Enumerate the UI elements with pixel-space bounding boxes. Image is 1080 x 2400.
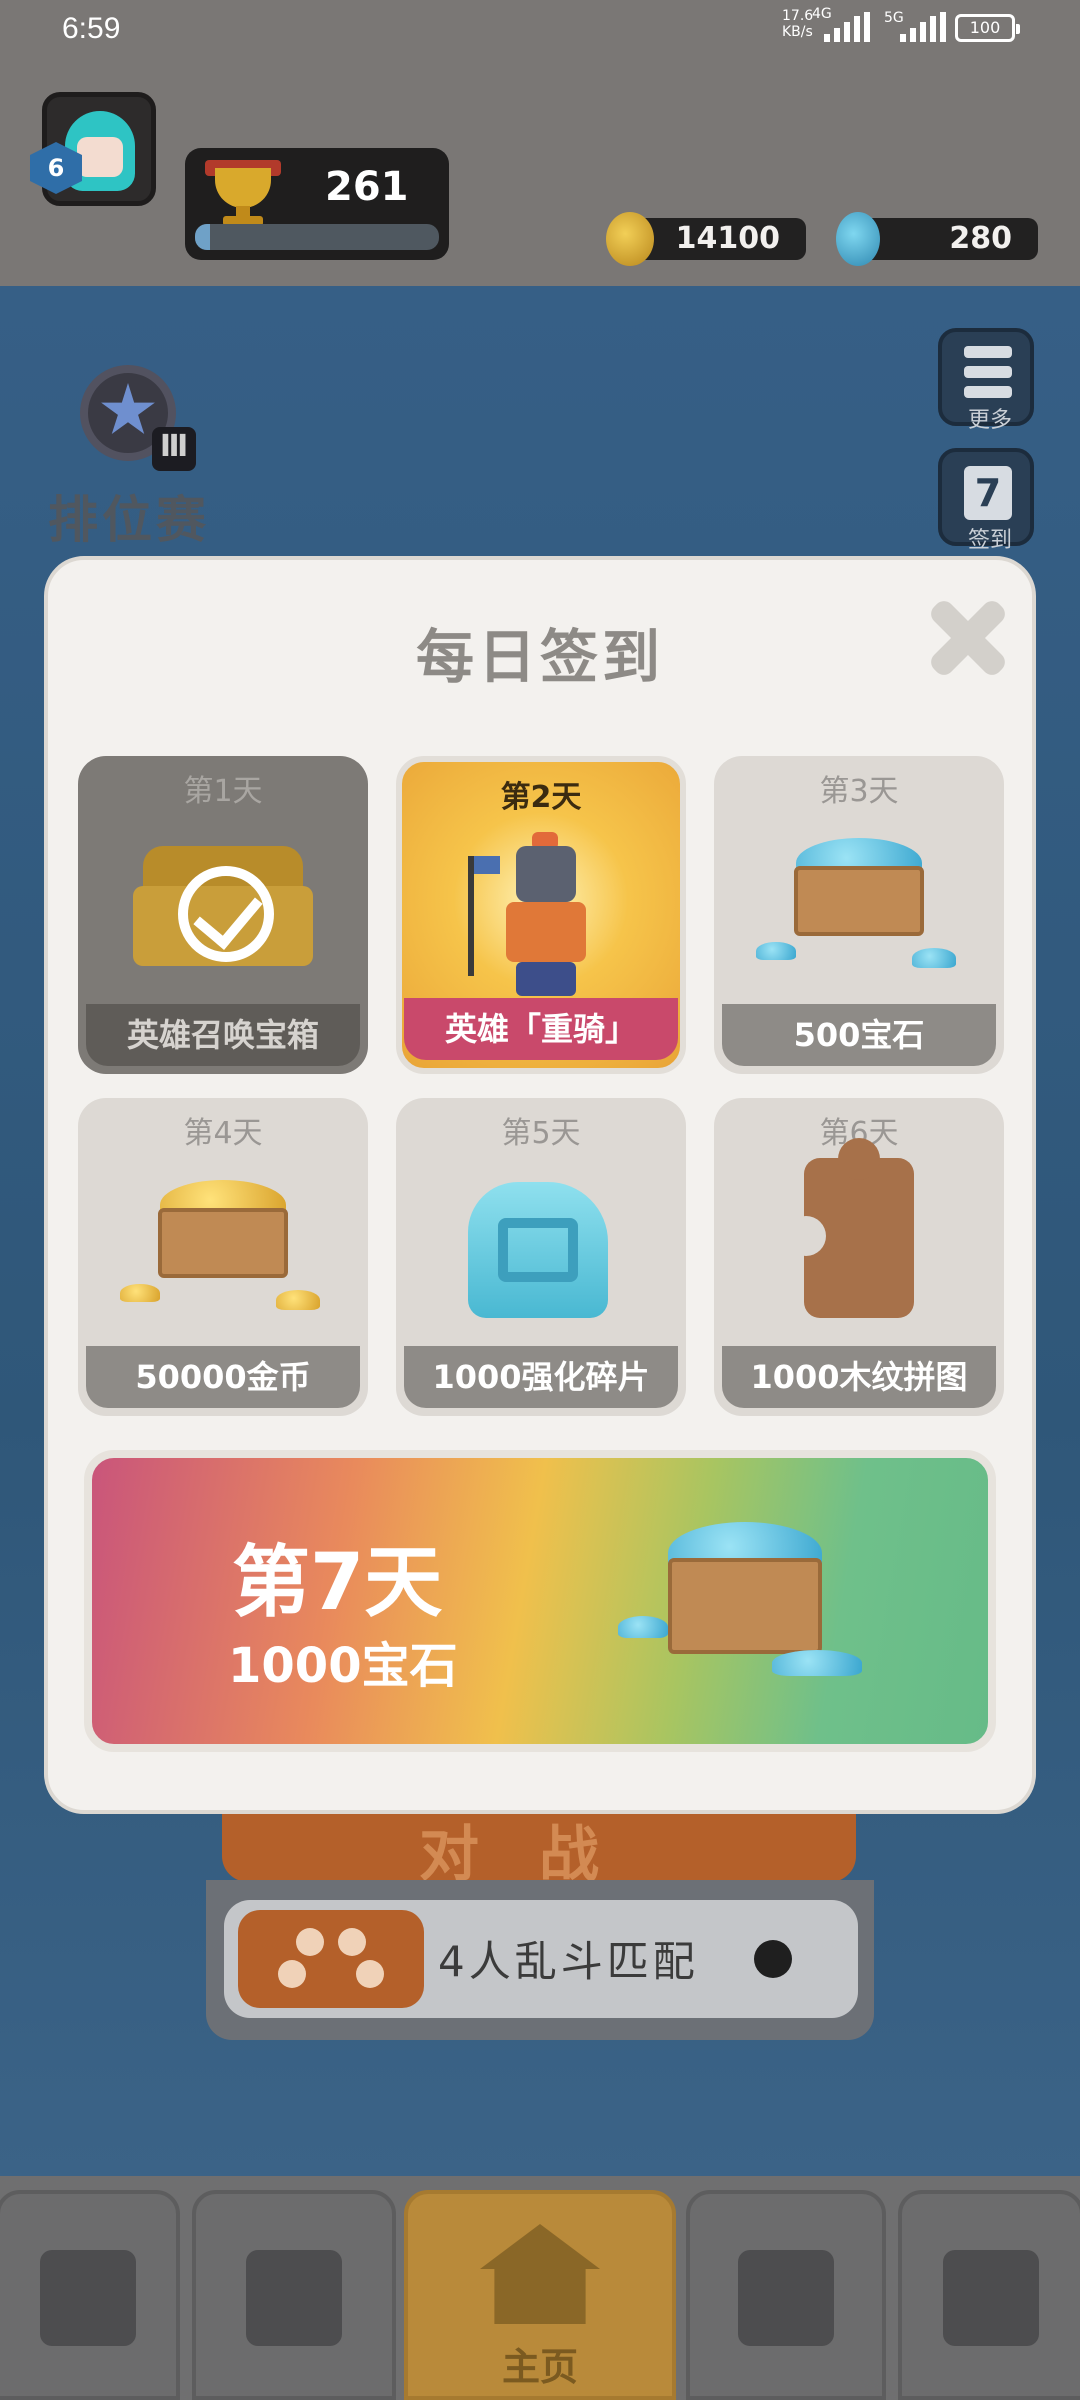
day-4-reward: 50000金币 <box>86 1346 360 1408</box>
coin-counter[interactable]: 14100 <box>606 212 806 266</box>
day-2-label: 第2天 <box>500 780 582 815</box>
trophy-progress-bar <box>195 224 439 250</box>
team-players-icon <box>238 1910 424 2008</box>
trophy-progress-fill <box>195 224 210 250</box>
ranked-mode-label: 排位赛 <box>48 491 210 549</box>
signal-icon <box>824 12 870 42</box>
coin-icon <box>606 212 654 266</box>
day-3-label: 第3天 <box>819 774 899 809</box>
shop-icon <box>40 2250 136 2346</box>
day-1-reward: 英雄召唤宝箱 <box>86 1004 360 1066</box>
day-1-label: 第1天 <box>183 774 263 809</box>
switch-mode-icon[interactable] <box>754 1940 792 1978</box>
ranked-mode-button[interactable]: Ⅲ <box>60 365 200 475</box>
more-label: 更多 <box>967 408 1012 433</box>
gem-counter[interactable]: 280 <box>836 212 1038 266</box>
gem-value: 280 <box>949 221 1012 256</box>
day-5-reward: 1000强化碎片 <box>404 1346 678 1408</box>
heavy-knight-hero-icon <box>468 832 594 996</box>
more-button[interactable]: 更多 <box>938 328 1034 433</box>
upgrade-shard-icon <box>468 1182 608 1318</box>
day-7-label: 第7天 <box>232 1538 443 1628</box>
day-6-card[interactable]: 第6天 1000木纹拼图 <box>714 1098 1004 1416</box>
signal-icon-2 <box>900 12 946 42</box>
avatar-face <box>77 137 123 177</box>
day-3-reward: 500宝石 <box>722 1004 996 1066</box>
day-5-label: 第5天 <box>501 1116 581 1151</box>
checkin-button[interactable]: 7 签到 <box>938 448 1034 553</box>
nav-clan-tab[interactable] <box>898 2190 1080 2400</box>
nav-cards-tab[interactable] <box>686 2190 886 2400</box>
rank-tier-icon: Ⅲ <box>152 427 196 471</box>
day-3-card[interactable]: 第3天 500宝石 <box>714 756 1004 1074</box>
clan-icon <box>943 2250 1039 2346</box>
day-7-card[interactable]: 第7天 1000宝石 <box>84 1450 996 1752</box>
day-2-card[interactable]: 第2天 英雄「重骑」 <box>396 756 686 1074</box>
clock: 6:59 <box>62 12 121 45</box>
menu-icon <box>964 346 1012 400</box>
trophy-panel[interactable]: 261 <box>185 148 449 260</box>
nav-home-label: 主页 <box>501 2345 578 2389</box>
battery-icon: 100 <box>955 14 1020 42</box>
day-4-label: 第4天 <box>183 1116 263 1151</box>
status-bar: 6:59 17.6 KB/s 4G 5G 100 <box>0 0 1080 56</box>
day-2-reward: 英雄「重骑」 <box>404 998 678 1060</box>
day-6-reward: 1000木纹拼图 <box>722 1346 996 1408</box>
day-4-card[interactable]: 第4天 50000金币 <box>78 1098 368 1416</box>
day-7-reward: 1000宝石 <box>228 1638 458 1694</box>
nav-heroes-tab[interactable] <box>192 2190 396 2400</box>
nav-home-tab[interactable]: 主页 <box>404 2190 676 2400</box>
day-1-card[interactable]: 第1天 英雄召唤宝箱 <box>78 756 368 1074</box>
calendar-icon: 7 <box>964 466 1012 520</box>
dialog-title: 每日签到 <box>415 623 664 691</box>
nav-shop-tab[interactable] <box>0 2190 180 2400</box>
home-icon <box>480 2224 600 2324</box>
gem-icon <box>836 212 880 266</box>
wood-puzzle-icon <box>786 1138 914 1318</box>
day-5-card[interactable]: 第5天 1000强化碎片 <box>396 1098 686 1416</box>
cards-icon <box>738 2250 834 2346</box>
coin-value: 14100 <box>675 221 780 256</box>
match-mode-selector[interactable]: 4人乱斗匹配 <box>224 1900 858 2018</box>
trophy-icon <box>205 160 281 226</box>
daily-checkin-dialog: 每日签到 第1天 英雄召唤宝箱 第2天 英雄「重骑」 第3天 500宝石 第4天 <box>44 556 1036 1814</box>
checkin-label: 签到 <box>967 528 1012 553</box>
heroes-icon <box>246 2250 342 2346</box>
close-icon[interactable] <box>928 598 1008 678</box>
claimed-check-icon <box>178 866 274 962</box>
trophy-count: 261 <box>325 164 409 210</box>
match-mode-label: 4人乱斗匹配 <box>438 1937 699 1986</box>
